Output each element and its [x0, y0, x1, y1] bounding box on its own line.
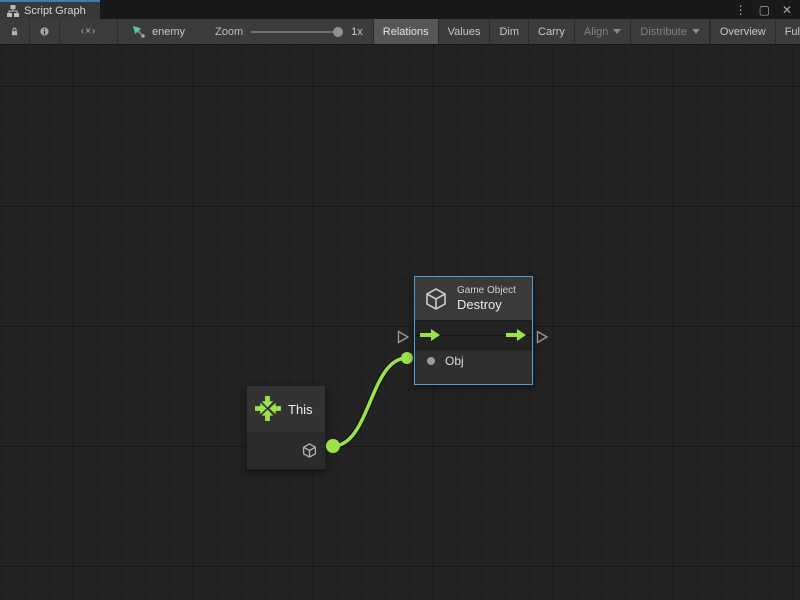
this-output-port[interactable]	[326, 439, 340, 453]
window-close-icon[interactable]: ✕	[782, 4, 792, 16]
dim-toggle[interactable]: Dim	[490, 19, 529, 44]
script-graph-window: Script Graph ⋮ ▢ ✕ ‹×›	[0, 0, 800, 600]
relations-toggle-label: Relations	[383, 26, 429, 38]
game-object-cube-icon	[301, 442, 318, 459]
lock-icon	[10, 25, 19, 38]
this-self-icon	[255, 396, 281, 422]
control-input-port[interactable]	[397, 330, 410, 344]
zoom-slider-track	[251, 31, 343, 33]
code-preview-button[interactable]: ‹×›	[60, 19, 118, 44]
code-icon: ‹×›	[81, 26, 97, 37]
control-output-port[interactable]	[536, 330, 549, 344]
obj-input-label: Obj	[445, 354, 464, 368]
control-exit-arrow-icon[interactable]	[506, 329, 527, 341]
overview-button[interactable]: Overview	[711, 19, 776, 44]
node-destroy[interactable]: Game Object Destroy Obj	[414, 276, 533, 385]
graph-canvas[interactable]: Game Object Destroy Obj	[0, 45, 800, 600]
full-screen-button[interactable]: Full Screen	[776, 19, 800, 44]
tab-label: Script Graph	[24, 5, 86, 17]
window-menu-icon[interactable]: ⋮	[735, 4, 747, 16]
full-screen-button-label: Full Screen	[785, 26, 800, 38]
dim-toggle-label: Dim	[499, 26, 519, 38]
distribute-dropdown-label: Distribute	[640, 26, 686, 38]
graph-toolbar: ‹×› enemy Zoom 1x Relations Values	[0, 19, 800, 45]
control-flow-row	[415, 320, 532, 350]
node-destroy-header[interactable]: Game Object Destroy	[415, 277, 532, 320]
node-this-header[interactable]: This	[247, 386, 325, 432]
chevron-down-icon	[613, 29, 621, 34]
zoom-slider[interactable]	[251, 26, 343, 38]
node-this[interactable]: This	[246, 385, 326, 470]
chevron-down-icon	[692, 29, 700, 34]
game-object-cube-icon	[423, 286, 449, 312]
align-dropdown-label: Align	[584, 26, 608, 38]
node-title: This	[288, 403, 313, 416]
relations-toggle[interactable]: Relations	[374, 19, 439, 44]
node-subtitle: Game Object	[457, 286, 516, 296]
connection-wire-layer	[0, 45, 800, 600]
node-destroy-titles: Game Object Destroy	[457, 286, 516, 311]
node-this-body	[247, 432, 325, 469]
connection-wire[interactable]	[333, 358, 407, 446]
carry-toggle-label: Carry	[538, 26, 565, 38]
values-toggle-label: Values	[448, 26, 481, 38]
lock-button[interactable]	[0, 19, 30, 44]
window-controls: ⋮ ▢ ✕	[727, 0, 800, 19]
tab-script-graph[interactable]: Script Graph	[0, 0, 100, 19]
graph-reference-breadcrumb[interactable]: enemy	[118, 19, 199, 44]
zoom-control: Zoom 1x	[199, 19, 374, 44]
connection-end-dot[interactable]	[401, 352, 413, 364]
graph-reference-icon	[132, 25, 146, 38]
graph-reference-label: enemy	[152, 26, 185, 38]
zoom-value: 1x	[351, 26, 363, 38]
values-toggle[interactable]: Values	[439, 19, 491, 44]
tab-bar: Script Graph ⋮ ▢ ✕	[0, 0, 800, 19]
script-graph-icon	[7, 5, 19, 17]
distribute-dropdown[interactable]: Distribute	[631, 19, 709, 44]
tab-bar-spacer	[100, 0, 727, 19]
info-button[interactable]	[30, 19, 60, 44]
align-dropdown[interactable]: Align	[575, 19, 631, 44]
info-icon	[40, 25, 49, 38]
window-maximize-icon[interactable]: ▢	[759, 4, 770, 16]
obj-input-port[interactable]	[427, 357, 435, 365]
overview-button-label: Overview	[720, 26, 766, 38]
node-title: Destroy	[457, 298, 516, 311]
zoom-slider-handle[interactable]	[333, 27, 343, 37]
carry-toggle[interactable]: Carry	[529, 19, 575, 44]
zoom-label: Zoom	[215, 26, 243, 38]
control-enter-arrow-icon[interactable]	[420, 329, 441, 341]
value-input-row: Obj	[415, 350, 532, 384]
